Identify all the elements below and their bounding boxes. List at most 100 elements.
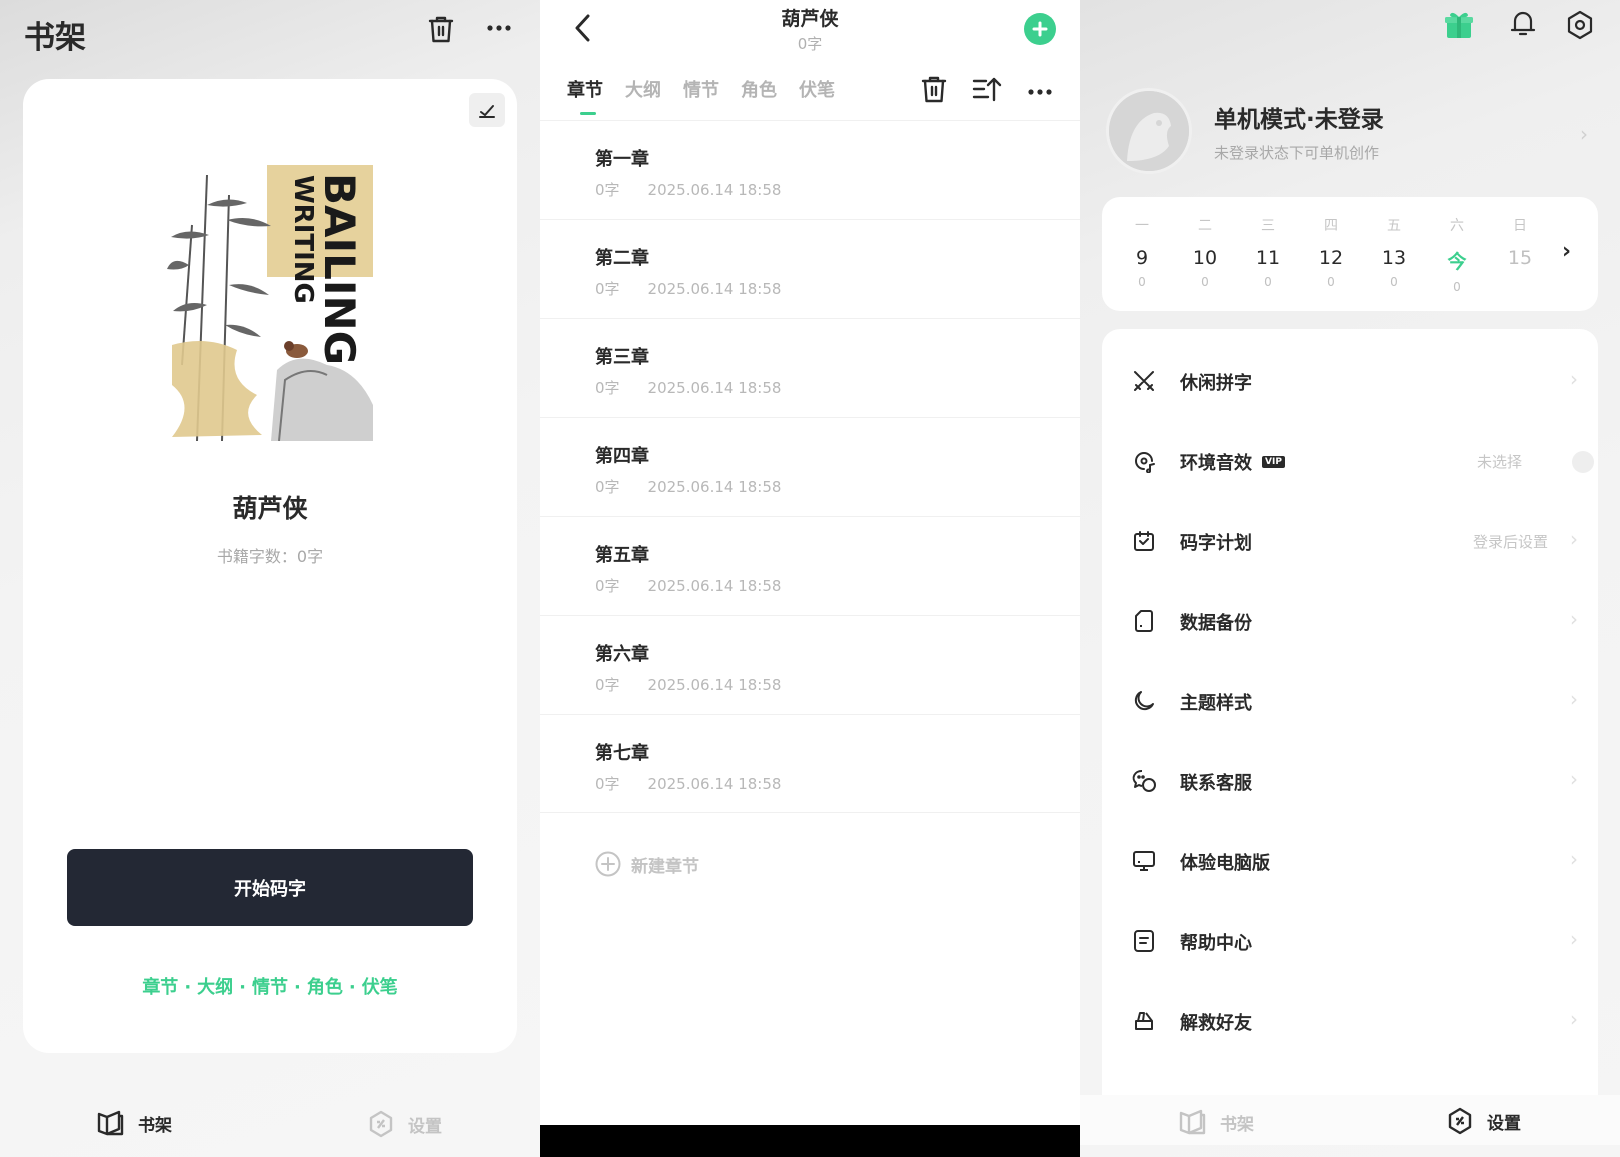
bookshelf-panel: 书架 BAILING WRITING 葫芦侠 书籍字数：0字 开始码字 章节 ·… bbox=[0, 0, 540, 1157]
menu-item-ambient-sound[interactable]: 环境音效 VIP 未选择 bbox=[1102, 431, 1598, 491]
bottom-tabbar: 书架 设置 bbox=[1080, 1095, 1620, 1145]
new-chapter-button[interactable]: 新建章节 bbox=[595, 851, 699, 877]
moon-icon bbox=[1132, 689, 1156, 713]
day-cell[interactable]: 四 12 0 bbox=[1311, 215, 1351, 289]
chevron-right-icon: › bbox=[1570, 767, 1578, 791]
chapter-meta: 0字 2025.06.14 18:58 bbox=[595, 575, 781, 596]
tab-chapters[interactable]: 章节 bbox=[567, 76, 603, 115]
calendar-icon bbox=[1132, 529, 1156, 553]
more-icon[interactable] bbox=[1027, 88, 1053, 96]
edit-icon[interactable] bbox=[469, 93, 505, 127]
tab-bookshelf[interactable]: 书架 bbox=[96, 1110, 172, 1136]
chapter-word-count: 0字 bbox=[595, 577, 620, 595]
book-cover[interactable]: BAILING WRITING bbox=[167, 165, 373, 441]
tab-bookshelf[interactable]: 书架 bbox=[1178, 1109, 1254, 1135]
chapter-meta: 0字 2025.06.14 18:58 bbox=[595, 377, 781, 398]
tab-settings[interactable]: 设置 bbox=[1447, 1107, 1521, 1135]
day-cell[interactable]: 三 11 0 bbox=[1248, 215, 1288, 289]
day-date: 今 bbox=[1447, 251, 1467, 273]
chevron-right-icon: › bbox=[1570, 367, 1578, 391]
chapter-date: 2025.06.14 18:58 bbox=[647, 280, 782, 298]
tab-bookshelf-label: 书架 bbox=[138, 1115, 172, 1136]
start-writing-button[interactable]: 开始码字 bbox=[67, 849, 473, 926]
chevron-right-icon: › bbox=[1570, 1007, 1578, 1031]
swords-icon bbox=[1132, 369, 1156, 393]
settings-hex-icon[interactable] bbox=[1566, 10, 1594, 40]
quick-link-chapters[interactable]: 章节 bbox=[142, 977, 178, 998]
book-card: BAILING WRITING 葫芦侠 书籍字数：0字 开始码字 章节 · 大纲 · 情… bbox=[23, 79, 517, 1053]
trash-icon[interactable] bbox=[428, 16, 454, 44]
menu-item-help[interactable]: 帮助中心 › bbox=[1102, 911, 1598, 971]
week-calendar: 一 9 0 二 10 0 三 11 0 四 12 0 五 13 0 六今 0 日 15 › bbox=[1102, 197, 1598, 311]
chevron-right-icon[interactable]: › bbox=[1580, 122, 1588, 146]
chapter-row[interactable]: 第六章 0字 2025.06.14 18:58 bbox=[540, 615, 1080, 714]
chevron-right-icon: › bbox=[1570, 687, 1578, 711]
menu-label: 主题样式 bbox=[1180, 693, 1252, 714]
gift-icon[interactable] bbox=[1444, 10, 1474, 40]
menu-item-writing-plan[interactable]: 码字计划 登录后设置 › bbox=[1102, 511, 1598, 571]
chapters-panel: 葫芦侠 0字 章节 大纲 情节 角色 伏笔 第一章 0字 2025.06.14 18… bbox=[540, 0, 1080, 1157]
menu-item-rescue-friend[interactable]: 解救好友 › bbox=[1102, 991, 1598, 1051]
day-cell[interactable]: 一 9 0 bbox=[1122, 215, 1162, 289]
menu-label: 解救好友 bbox=[1180, 1013, 1252, 1034]
menu-item-theme[interactable]: 主题样式 › bbox=[1102, 671, 1598, 731]
chapter-name: 第四章 bbox=[595, 446, 649, 467]
avatar[interactable] bbox=[1106, 88, 1192, 174]
tab-characters[interactable]: 角色 bbox=[741, 76, 777, 102]
chapter-word-count: 0字 bbox=[595, 676, 620, 694]
chapter-row[interactable]: 第五章 0字 2025.06.14 18:58 bbox=[540, 516, 1080, 615]
day-count: 0 bbox=[1264, 275, 1272, 289]
sort-icon[interactable] bbox=[972, 76, 1002, 102]
chapter-row[interactable]: 第四章 0字 2025.06.14 18:58 bbox=[540, 417, 1080, 516]
user-name[interactable]: 单机模式·未登录 bbox=[1214, 100, 1384, 134]
chapter-meta: 0字 2025.06.14 18:58 bbox=[595, 773, 781, 794]
menu-label: 联系客服 bbox=[1180, 773, 1252, 794]
day-count: 0 bbox=[1453, 280, 1461, 294]
menu-item-customer-service[interactable]: 联系客服 › bbox=[1102, 751, 1598, 811]
chapter-date: 2025.06.14 18:58 bbox=[647, 577, 782, 595]
chevron-right-icon: › bbox=[1570, 607, 1578, 631]
menu-label-text: 环境音效 bbox=[1180, 453, 1252, 474]
day-name: 三 bbox=[1261, 218, 1275, 234]
day-cell[interactable]: 二 10 0 bbox=[1185, 215, 1225, 289]
menu-value: 登录后设置 bbox=[1472, 533, 1548, 551]
chapter-row[interactable]: 第二章 0字 2025.06.14 18:58 bbox=[540, 219, 1080, 318]
chapter-date: 2025.06.14 18:58 bbox=[647, 478, 782, 496]
day-name: 五 bbox=[1387, 218, 1401, 234]
trash-icon[interactable] bbox=[921, 76, 947, 104]
book-icon bbox=[96, 1110, 124, 1136]
menu-label: 帮助中心 bbox=[1180, 933, 1252, 954]
chapter-row[interactable]: 第一章 0字 2025.06.14 18:58 bbox=[540, 120, 1080, 219]
menu-item-typing-game[interactable]: 休闲拼字 › bbox=[1102, 351, 1598, 411]
tab-outline[interactable]: 大纲 bbox=[625, 76, 661, 102]
tab-plot[interactable]: 情节 bbox=[683, 76, 719, 102]
chapter-row[interactable]: 第七章 0字 2025.06.14 18:58 bbox=[540, 714, 1080, 813]
tab-foreshadow[interactable]: 伏笔 bbox=[799, 76, 835, 102]
play-toggle[interactable] bbox=[1572, 451, 1594, 473]
day-cell-today[interactable]: 六今 0 bbox=[1437, 215, 1477, 294]
quick-link-characters[interactable]: 角色 bbox=[307, 977, 343, 998]
separator: · bbox=[184, 977, 192, 998]
chapter-row[interactable]: 第三章 0字 2025.06.14 18:58 bbox=[540, 318, 1080, 417]
add-icon[interactable] bbox=[1024, 13, 1056, 45]
plus-circle-icon bbox=[595, 851, 621, 877]
menu-item-data-backup[interactable]: 数据备份 › bbox=[1102, 591, 1598, 651]
bell-icon[interactable] bbox=[1510, 10, 1536, 38]
page-title: 书架 bbox=[24, 20, 86, 56]
quick-link-outline[interactable]: 大纲 bbox=[197, 977, 233, 998]
day-cell[interactable]: 五 13 0 bbox=[1374, 215, 1414, 289]
day-cell[interactable]: 日 15 bbox=[1500, 215, 1540, 275]
day-date: 11 bbox=[1255, 247, 1281, 269]
rescue-icon bbox=[1132, 1009, 1156, 1033]
chat-icon bbox=[1132, 769, 1158, 793]
quick-link-plot[interactable]: 情节 bbox=[252, 977, 288, 998]
tab-settings[interactable]: 设置 bbox=[368, 1110, 442, 1138]
chevron-right-icon[interactable]: › bbox=[1562, 239, 1571, 264]
chapter-date: 2025.06.14 18:58 bbox=[647, 181, 782, 199]
book-word-count: 书籍字数：0字 bbox=[216, 547, 324, 566]
document-icon bbox=[1132, 929, 1156, 953]
menu-label: 码字计划 bbox=[1180, 533, 1252, 554]
quick-link-foreshadow[interactable]: 伏笔 bbox=[362, 977, 398, 998]
more-icon[interactable] bbox=[486, 24, 512, 32]
menu-item-desktop[interactable]: 体验电脑版 › bbox=[1102, 831, 1598, 891]
